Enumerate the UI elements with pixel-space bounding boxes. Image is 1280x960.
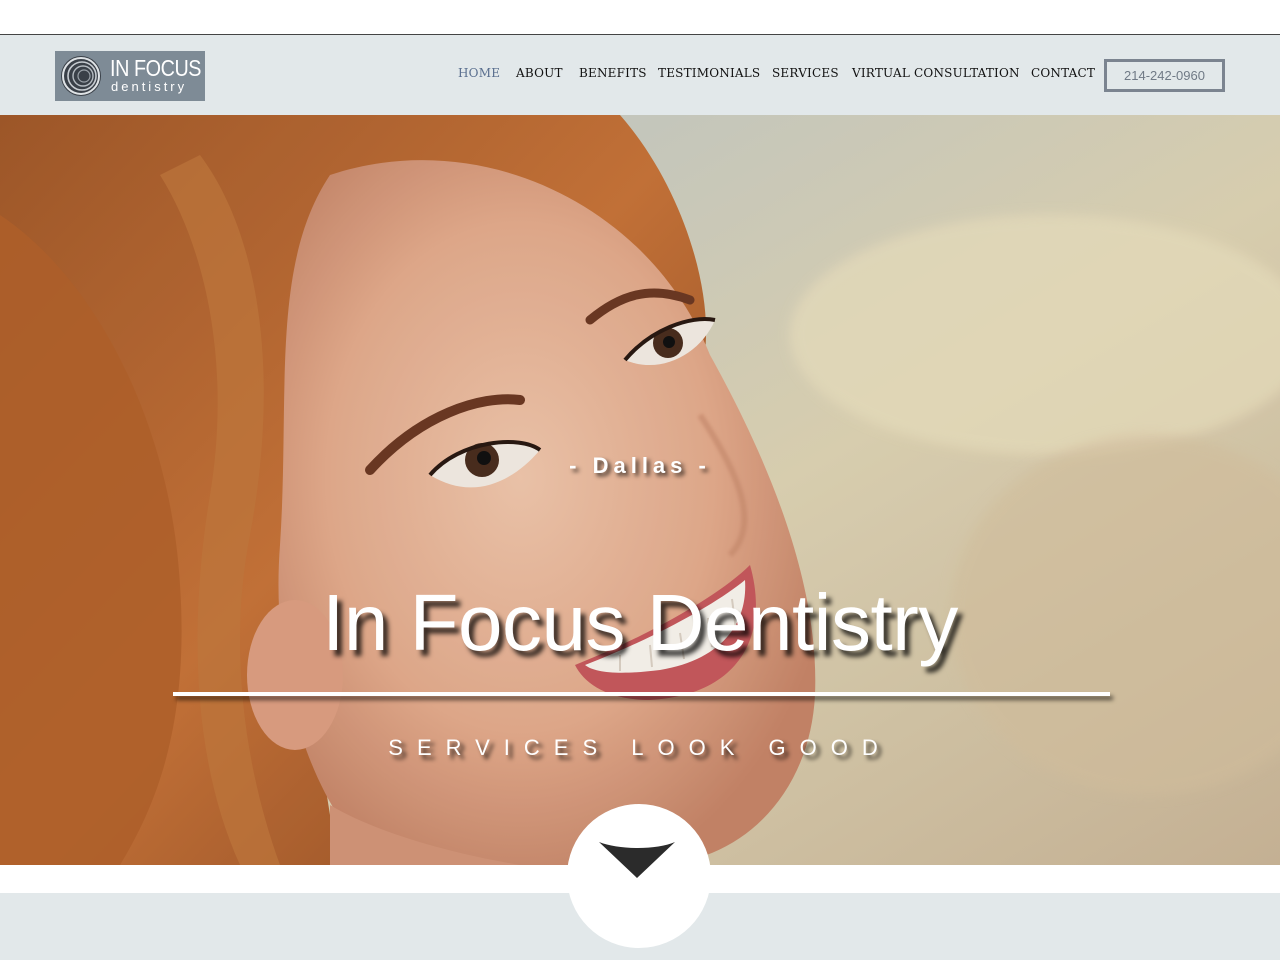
site-logo[interactable]: IN FOCUS dentistry [55, 51, 205, 101]
nav-benefits[interactable]: BENEFITS [579, 66, 658, 80]
concentric-rings-icon [61, 56, 101, 96]
nav-about[interactable]: ABOUT [516, 66, 579, 80]
logo-subtitle: dentistry [111, 79, 188, 94]
scroll-down-button[interactable] [567, 804, 711, 948]
nav-contact[interactable]: CONTACT [1031, 66, 1095, 80]
site-header: IN FOCUS dentistry HOME ABOUT BENEFITS T… [0, 35, 1280, 115]
hero-divider [173, 692, 1110, 696]
hero-location: - Dallas - [569, 453, 711, 478]
hero-banner: - Dallas - In Focus Dentistry SERVICES L… [0, 115, 1280, 865]
top-strip [0, 0, 1280, 35]
chevron-down-icon [599, 842, 675, 878]
nav-virtual-consultation[interactable]: VIRTUAL CONSULTATION [852, 66, 1031, 80]
main-nav: HOME ABOUT BENEFITS TESTIMONIALS SERVICE… [458, 66, 1095, 80]
nav-services[interactable]: SERVICES [772, 66, 852, 80]
nav-testimonials[interactable]: TESTIMONIALS [658, 66, 772, 80]
nav-home[interactable]: HOME [458, 66, 516, 80]
hero-tagline: SERVICES LOOK GOOD [388, 735, 892, 760]
hero-title: In Focus Dentistry [322, 578, 958, 667]
logo-title: IN FOCUS [110, 55, 202, 81]
phone-button[interactable]: 214-242-0960 [1104, 59, 1225, 92]
